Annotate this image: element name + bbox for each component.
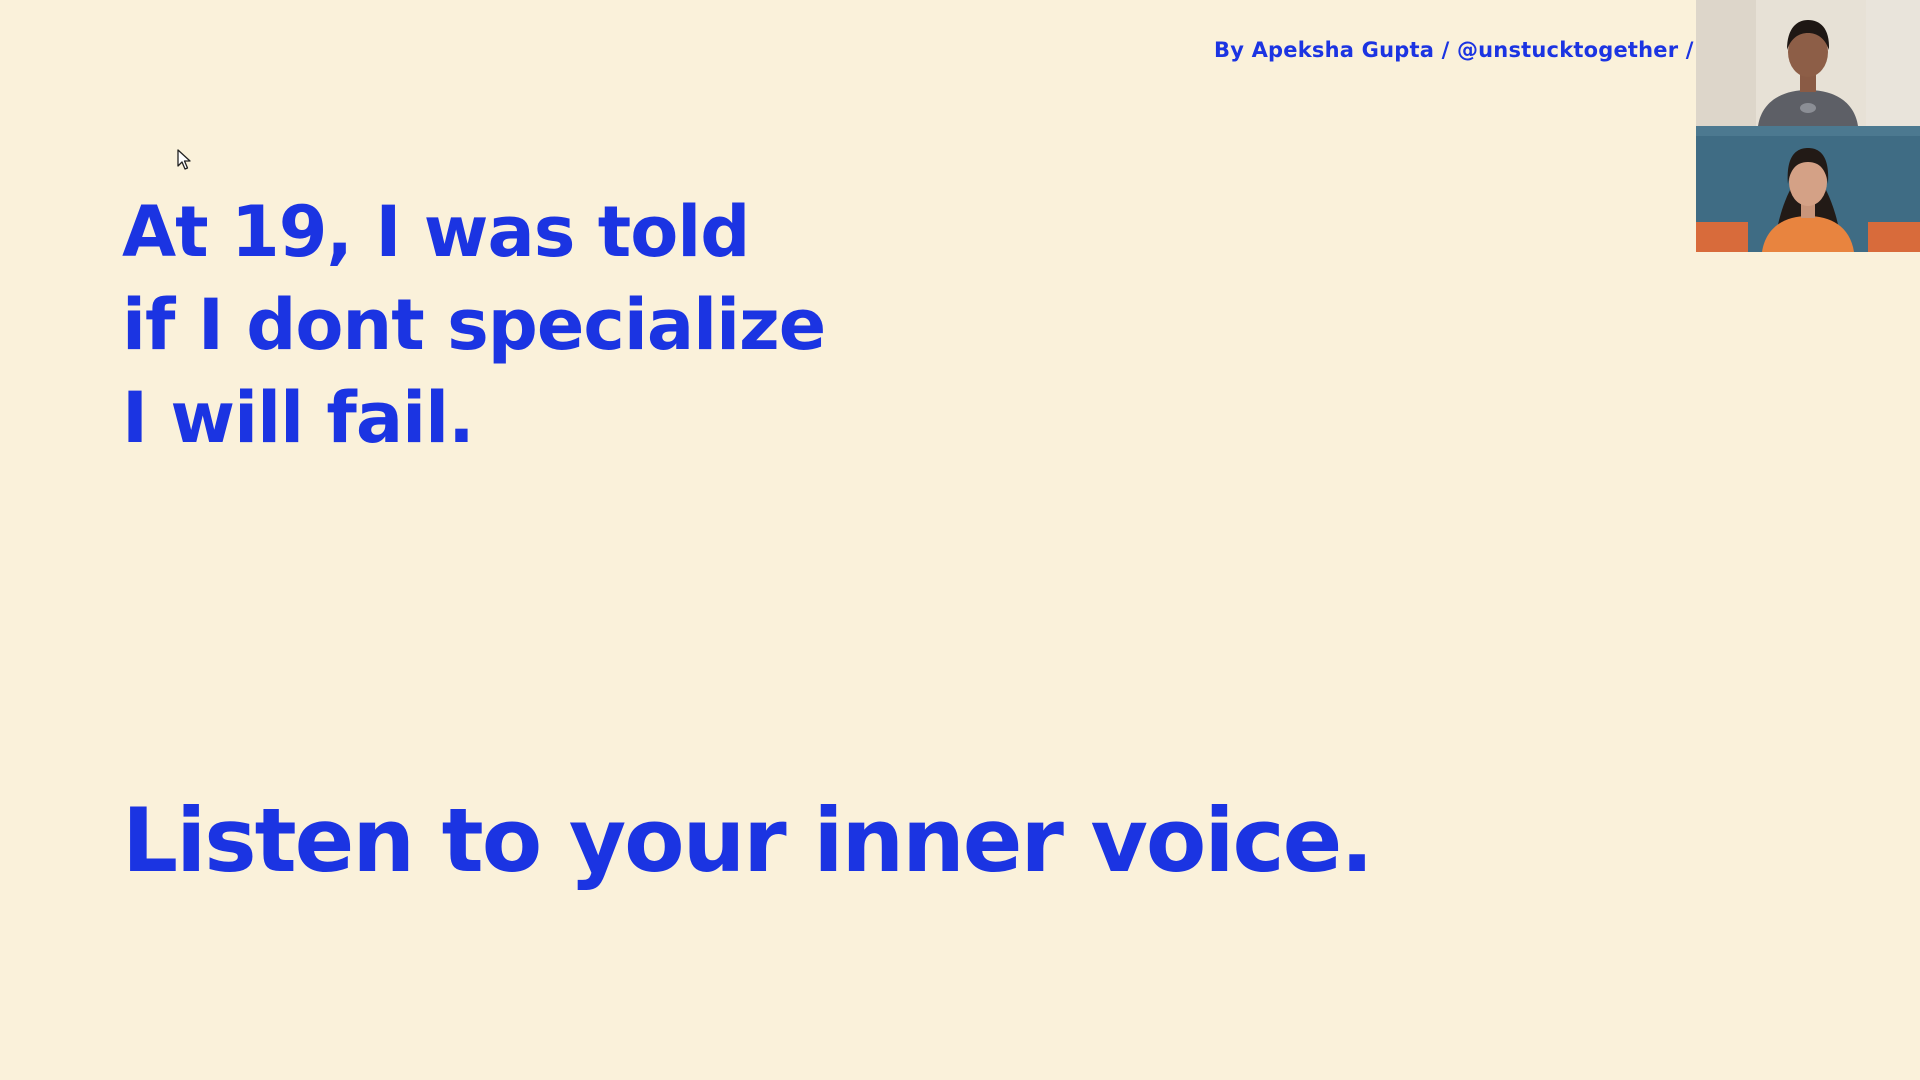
participant-video-icon (1696, 126, 1920, 252)
participant-video-icon (1696, 0, 1920, 126)
headline-line-3: I will fail. (122, 377, 475, 459)
presentation-slide: By Apeksha Gupta / @unstucktogether / @ … (0, 0, 1920, 1080)
statement-text: Listen to your inner voice. (122, 789, 1374, 892)
participant-video-tile-2[interactable] (1696, 126, 1920, 252)
participant-video-tile-1[interactable] (1696, 0, 1920, 126)
participant-video-panel[interactable] (1696, 0, 1920, 252)
mouse-pointer-icon (177, 149, 191, 170)
headline-line-2: if I dont specialize (122, 284, 826, 366)
author-byline: By Apeksha Gupta / @unstucktogether / @ (1214, 38, 1696, 62)
headline-line-1: At 19, I was told (122, 191, 750, 273)
headline: At 19, I was told if I dont specialize I… (122, 186, 826, 465)
